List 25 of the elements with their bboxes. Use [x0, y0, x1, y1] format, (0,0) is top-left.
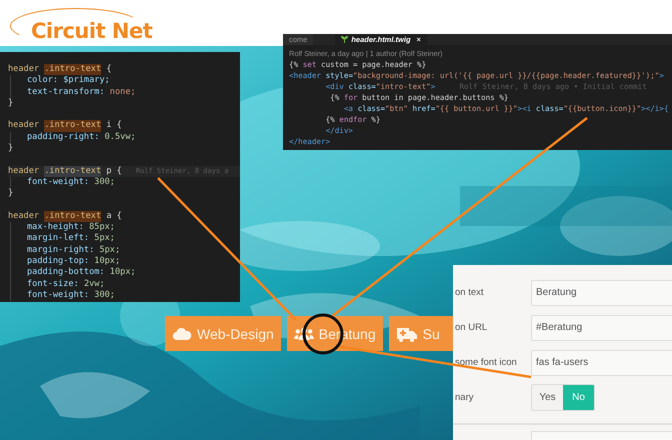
code-line: font-size: 2vw;	[10, 278, 240, 290]
code-line: }	[8, 188, 14, 200]
input-field[interactable]: Beratung	[531, 280, 672, 306]
logo-text: Circuit Net	[31, 19, 152, 43]
code-line: color: $primary;	[10, 75, 240, 87]
input-field[interactable]: fas fa-users	[531, 350, 672, 376]
code-line: margin-right: 5px;	[10, 244, 240, 256]
code-line: }	[8, 143, 14, 154]
code-line: header .intro-text a {	[8, 210, 123, 222]
code-line: font-weight: 300;	[10, 176, 240, 188]
code-line: header .intro-text i {	[8, 120, 123, 132]
code-line: font-weight: 300;	[10, 290, 240, 302]
code-line: margin-left: 5px;	[10, 233, 240, 245]
code-line: }	[8, 98, 14, 110]
field-label: nary	[454, 392, 474, 403]
code-line: text-transform: none;	[10, 86, 240, 98]
input-field[interactable]: #Beratung	[531, 314, 672, 340]
code-line: padding-top: 10px;	[10, 256, 240, 268]
field-label: some font icon	[454, 357, 518, 368]
code-line: padding-bottom: 10px;	[10, 267, 240, 279]
code-line: padding-right: 0.5vw;	[10, 132, 240, 144]
code-line: header .intro-text {	[8, 64, 112, 76]
field-label: on URL	[454, 322, 488, 333]
field-label: on text	[454, 287, 485, 298]
code-line: max-height: 85px;	[10, 222, 240, 234]
